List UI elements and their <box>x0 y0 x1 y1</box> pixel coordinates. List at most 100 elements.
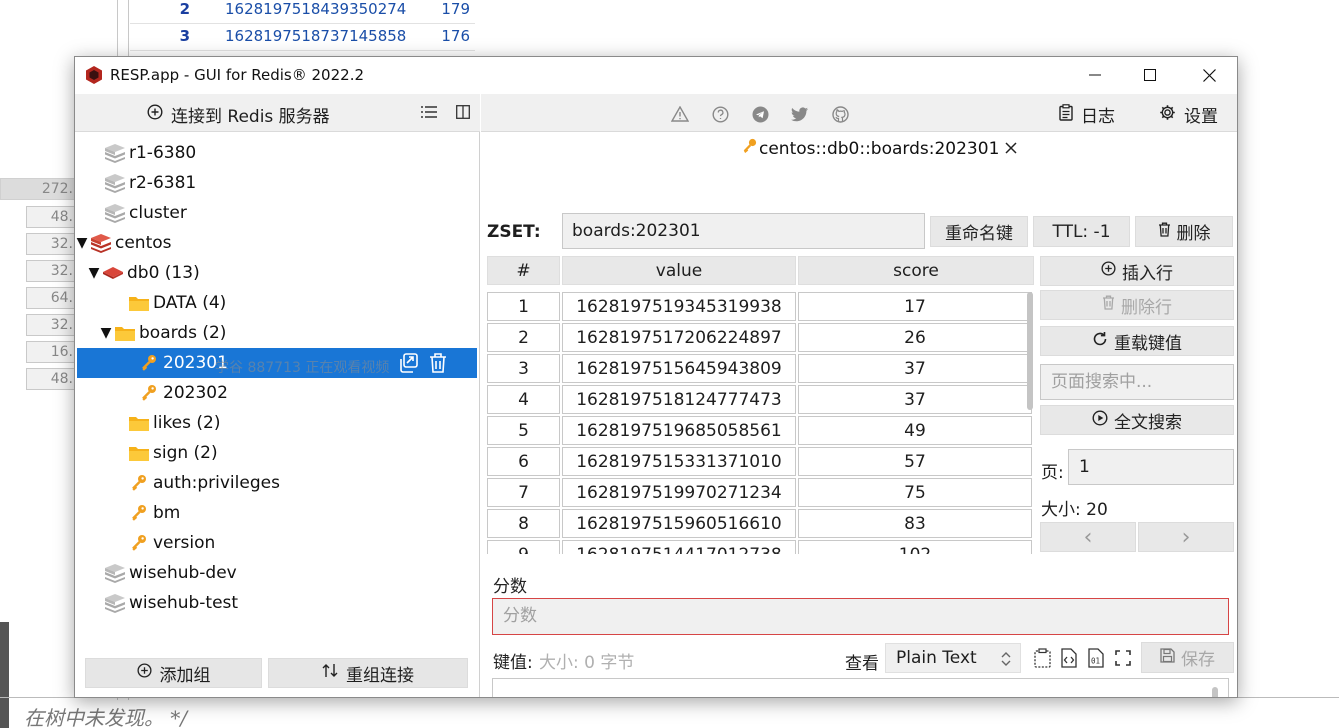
cell-value[interactable]: 1628197515331371010 <box>562 447 796 476</box>
copy-key-icon[interactable] <box>397 352 419 379</box>
plus-circle-icon <box>147 104 163 125</box>
fulltext-search-button[interactable]: 全文搜索 <box>1040 405 1234 435</box>
minimize-button[interactable] <box>1066 57 1124 93</box>
cell-index[interactable]: 3 <box>487 354 560 383</box>
cell-score[interactable]: 49 <box>798 416 1032 445</box>
cell-score[interactable]: 83 <box>798 509 1032 538</box>
prev-page-button[interactable]: ‹ <box>1040 522 1136 552</box>
table-scrollbar[interactable] <box>1027 292 1033 410</box>
delete-row-button[interactable]: 删除行 <box>1040 290 1234 320</box>
page-number-input[interactable]: 1 <box>1068 449 1234 485</box>
score-input[interactable]: 分数 <box>492 598 1229 635</box>
tree-item[interactable]: ▼ centos <box>75 228 480 258</box>
maximize-button[interactable] <box>1121 57 1179 93</box>
tree-item[interactable]: auth:privileges <box>75 468 480 498</box>
cell-value[interactable]: 1628197517206224897 <box>562 323 796 352</box>
cell-score[interactable]: 37 <box>798 354 1032 383</box>
title-bar[interactable]: RESP.app - GUI for Redis® 2022.2 <box>75 57 1237 94</box>
cell-index[interactable]: 2 <box>487 323 560 352</box>
cell-index[interactable]: 9 <box>487 540 560 554</box>
tree-item[interactable]: ▼ boards (2) <box>75 318 480 348</box>
bg-row-id: 1628197518737145858 <box>225 27 407 45</box>
tree-item[interactable]: sign (2) <box>75 438 480 468</box>
expand-arrow-icon[interactable]: ▼ <box>99 325 113 341</box>
tree-item[interactable]: bm <box>75 498 480 528</box>
bg-cell: 64. <box>26 287 76 309</box>
rename-key-button[interactable]: 重命名键 <box>930 216 1028 247</box>
help-icon[interactable] <box>710 104 730 124</box>
folder-icon <box>127 413 151 433</box>
binary-file-icon[interactable]: 01 <box>1086 647 1106 669</box>
split-view-button[interactable] <box>452 103 474 125</box>
tree-item[interactable]: r1-6380 <box>75 138 480 168</box>
log-button[interactable]: 日志 <box>1059 102 1115 127</box>
reload-icon <box>1092 331 1108 352</box>
key-icon <box>137 383 161 403</box>
connect-bar: 连接到 Redis 服务器 <box>75 94 480 132</box>
expand-arrow-icon[interactable]: ▼ <box>87 265 101 281</box>
cell-value[interactable]: 1628197518124777473 <box>562 385 796 414</box>
cell-score[interactable]: 75 <box>798 478 1032 507</box>
tree-item[interactable]: version <box>75 528 480 558</box>
telegram-icon[interactable] <box>750 104 770 124</box>
bg-row-divider <box>130 50 475 51</box>
twitter-icon[interactable] <box>790 104 810 124</box>
list-view-button[interactable] <box>418 103 440 125</box>
column-header-value[interactable]: value <box>562 256 796 285</box>
cell-score[interactable]: 102 <box>798 540 1032 554</box>
tab-label: centos::db0::boards:202301 <box>759 138 1000 159</box>
trash-icon[interactable] <box>429 352 447 379</box>
column-header-score[interactable]: score <box>798 256 1034 285</box>
copy-clipboard-icon[interactable] <box>1032 647 1052 669</box>
cell-score[interactable]: 17 <box>798 292 1032 321</box>
save-button[interactable]: 保存 <box>1141 642 1234 673</box>
cell-value[interactable]: 1628197519685058561 <box>562 416 796 445</box>
tree-item[interactable]: wisehub-test <box>75 588 480 618</box>
reload-value-button[interactable]: 重载键值 <box>1040 326 1234 356</box>
close-button[interactable] <box>1180 57 1237 93</box>
add-group-button[interactable]: 添加组 <box>85 658 262 688</box>
delete-key-button[interactable]: 删除 <box>1135 216 1233 247</box>
tree-item[interactable]: wisehub-dev <box>75 558 480 588</box>
cell-index[interactable]: 8 <box>487 509 560 538</box>
cell-value[interactable]: 1628197515960516610 <box>562 509 796 538</box>
expand-arrow-icon[interactable]: ▼ <box>75 235 89 251</box>
tab-key[interactable]: centos::db0::boards:202301 <box>743 138 1017 159</box>
key-name-input[interactable]: boards:202301 <box>562 213 925 249</box>
insert-row-button[interactable]: 插入行 <box>1040 256 1234 286</box>
tab-close-icon[interactable] <box>1005 139 1017 159</box>
cell-score[interactable]: 26 <box>798 323 1032 352</box>
tree-item[interactable]: cluster <box>75 198 480 228</box>
reorder-connections-button[interactable]: 重组连接 <box>268 658 468 688</box>
cell-value[interactable]: 1628197514417012738 <box>562 540 796 554</box>
connect-server-button[interactable]: 连接到 Redis 服务器 <box>147 102 330 127</box>
cell-index[interactable]: 4 <box>487 385 560 414</box>
cell-index[interactable]: 1 <box>487 292 560 321</box>
ttl-button[interactable]: TTL: -1 <box>1033 216 1130 247</box>
cell-index[interactable]: 7 <box>487 478 560 507</box>
cell-index[interactable]: 5 <box>487 416 560 445</box>
cell-value[interactable]: 1628197519970271234 <box>562 478 796 507</box>
cell-score[interactable]: 57 <box>798 447 1032 476</box>
page-search-input[interactable]: 页面搜索中... <box>1040 364 1234 400</box>
code-file-icon[interactable] <box>1059 647 1079 669</box>
cell-value[interactable]: 1628197519345319938 <box>562 292 796 321</box>
fullscreen-icon[interactable] <box>1113 647 1133 669</box>
warning-icon[interactable] <box>670 104 690 124</box>
column-header-index[interactable]: # <box>487 256 560 285</box>
cell-index[interactable]: 6 <box>487 447 560 476</box>
tree-item[interactable]: ▼ db0 (13) <box>75 258 480 288</box>
tree-item[interactable]: 202302 <box>75 378 480 408</box>
next-page-button[interactable]: › <box>1138 522 1234 552</box>
value-editor[interactable] <box>492 678 1229 697</box>
settings-button[interactable]: 设置 <box>1159 102 1218 127</box>
cell-score[interactable]: 37 <box>798 385 1032 414</box>
view-mode-select[interactable]: Plain Text <box>885 643 1021 673</box>
tree-item[interactable]: likes (2) <box>75 408 480 438</box>
window-title: RESP.app - GUI for Redis® 2022.2 <box>110 66 365 84</box>
cell-value[interactable]: 1628197515645943809 <box>562 354 796 383</box>
tree-item[interactable]: r2-6381 <box>75 168 480 198</box>
value-editor-scrollbar[interactable] <box>1212 687 1218 697</box>
tree-item[interactable]: DATA (4) <box>75 288 480 318</box>
github-icon[interactable] <box>830 104 850 124</box>
